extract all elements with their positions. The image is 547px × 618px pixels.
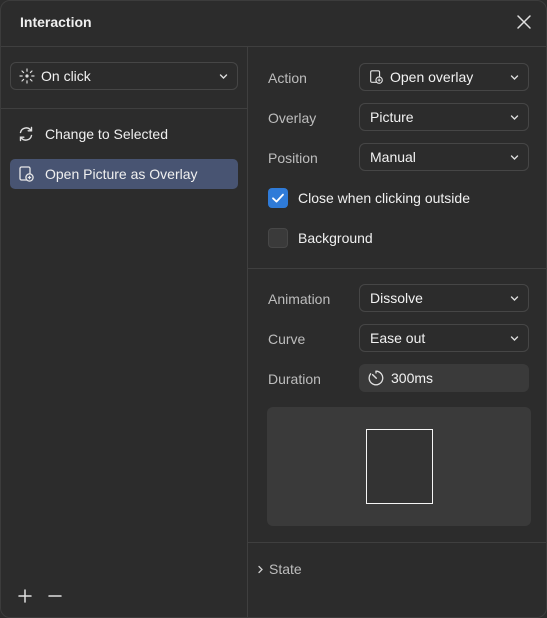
minus-icon[interactable] — [47, 588, 63, 604]
curve-select[interactable]: Ease out — [359, 324, 529, 352]
overlay-label: Overlay — [268, 110, 317, 126]
curve-label: Curve — [268, 331, 306, 347]
chevron-down-icon — [510, 75, 519, 80]
state-label: State — [269, 561, 302, 577]
interaction-panel: Interaction On click Change to Selected … — [0, 0, 547, 618]
duration-value: 300ms — [391, 370, 434, 386]
action-label: Action — [268, 70, 307, 86]
action-item-label: Open Picture as Overlay — [45, 166, 198, 182]
settings-divider — [248, 542, 546, 543]
chevron-down-icon — [510, 115, 519, 120]
trigger-select[interactable]: On click — [10, 62, 238, 90]
duration-field[interactable]: 300ms — [359, 364, 529, 392]
overlay-icon — [19, 166, 34, 182]
curve-value: Ease out — [370, 330, 426, 346]
plus-icon[interactable] — [17, 588, 33, 604]
action-item-change-to-selected[interactable]: Change to Selected — [10, 119, 238, 149]
chevron-down-icon — [510, 155, 519, 160]
animation-select[interactable]: Dissolve — [359, 284, 529, 312]
state-section-toggle[interactable]: State — [256, 561, 302, 577]
trigger-label: On click — [41, 68, 91, 84]
chevron-down-icon — [510, 296, 519, 301]
chevron-right-icon — [258, 565, 263, 573]
checkmark-icon — [272, 193, 284, 203]
refresh-icon — [19, 126, 33, 142]
close-outside-checkbox[interactable] — [268, 188, 288, 208]
duration-label: Duration — [268, 371, 321, 387]
animation-preview — [267, 407, 531, 526]
position-select[interactable]: Manual — [359, 143, 529, 171]
interaction-settings: Action Open overlay Overlay Picture Posi… — [248, 47, 546, 617]
position-label: Position — [268, 150, 318, 166]
animation-value: Dissolve — [370, 290, 423, 306]
overlay-value: Picture — [370, 109, 414, 125]
background-checkbox[interactable] — [268, 228, 288, 248]
animation-label: Animation — [268, 291, 331, 307]
position-value: Manual — [370, 149, 416, 165]
settings-divider — [248, 268, 546, 269]
background-label: Background — [298, 230, 373, 246]
action-value: Open overlay — [390, 69, 474, 85]
actions-sidebar: On click Change to Selected Open Picture… — [1, 47, 248, 617]
sidebar-divider — [1, 108, 247, 109]
action-item-open-picture-as-overlay[interactable]: Open Picture as Overlay — [10, 159, 238, 189]
chevron-down-icon — [219, 74, 228, 79]
panel-title: Interaction — [20, 14, 92, 30]
panel-header: Interaction — [1, 1, 546, 47]
close-outside-label: Close when clicking outside — [298, 190, 470, 206]
overlay-icon — [370, 70, 383, 84]
preview-frame — [366, 429, 433, 504]
action-item-label: Change to Selected — [45, 126, 168, 142]
chevron-down-icon — [510, 336, 519, 341]
tap-icon — [19, 68, 35, 84]
timer-icon — [368, 370, 384, 386]
overlay-select[interactable]: Picture — [359, 103, 529, 131]
close-icon[interactable] — [515, 13, 533, 31]
action-select[interactable]: Open overlay — [359, 63, 529, 91]
